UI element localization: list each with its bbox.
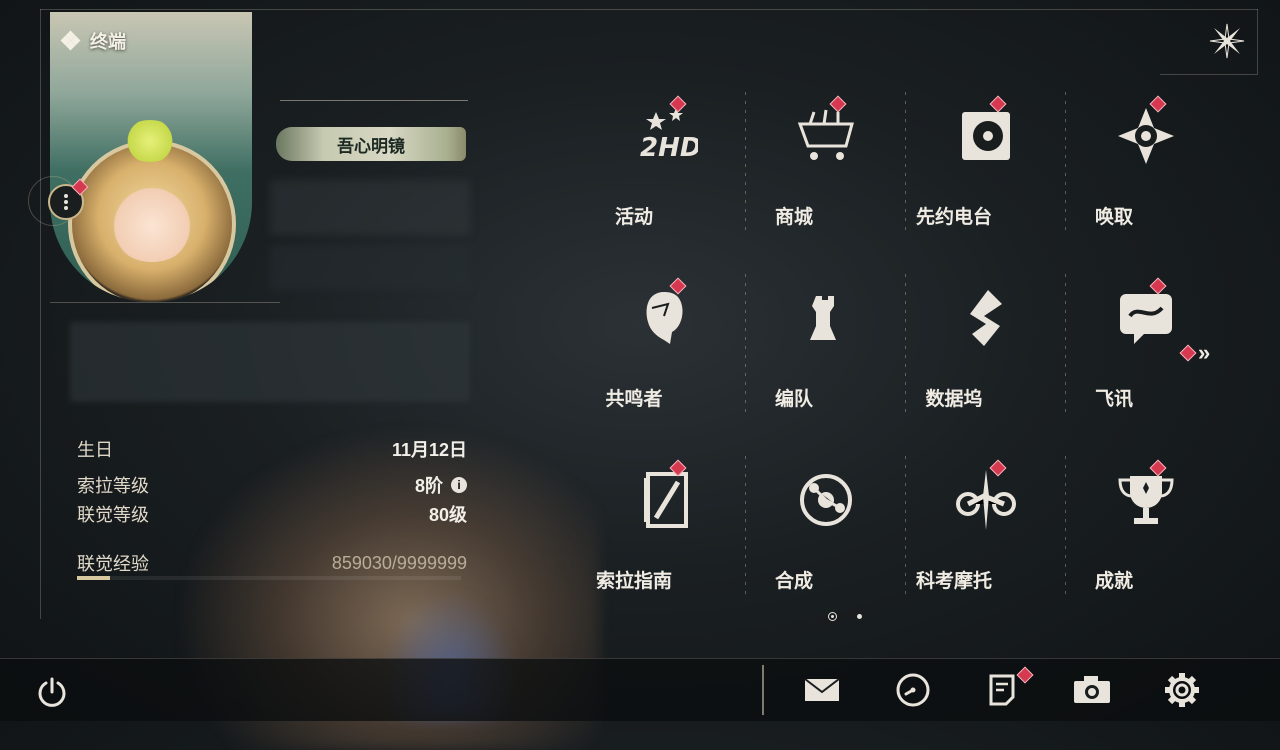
stat-value: 11月12日 — [391, 440, 467, 460]
team-icon — [794, 286, 858, 350]
photo-mode-button[interactable] — [1072, 670, 1112, 710]
motorbike-icon — [954, 468, 1018, 532]
timeline-button[interactable] — [893, 670, 933, 710]
close-button[interactable] — [1208, 22, 1246, 60]
player-signature-hidden[interactable] — [70, 322, 470, 402]
clock-icon — [896, 673, 930, 707]
message-icon — [1114, 286, 1178, 350]
menu-item-label: 共鸣者 — [605, 389, 663, 410]
stat-label: 联觉等级 — [77, 505, 149, 525]
player-portrait-card[interactable] — [50, 12, 252, 302]
stat-label: 索拉等级 — [77, 476, 149, 496]
menu-item-radio[interactable]: 先约电台 — [906, 92, 1066, 234]
menu-item-shop[interactable]: 商城 — [746, 92, 906, 234]
shop-icon — [794, 104, 858, 168]
player-title-badge[interactable]: 吾心明镜 — [276, 127, 466, 161]
svg-text:2HD: 2HD — [640, 133, 698, 163]
toolbar-divider — [762, 665, 764, 715]
menu-item-motorbike[interactable]: 科考摩托 — [906, 456, 1066, 598]
radio-icon — [954, 104, 1018, 168]
stat-label: 联觉经验 — [77, 554, 149, 574]
more-vertical-icon — [64, 194, 68, 210]
gear-icon — [1165, 673, 1199, 707]
player-name-hidden — [270, 180, 470, 235]
menu-item-data-bank[interactable]: 数据坞 — [906, 274, 1066, 416]
avatar[interactable] — [108, 182, 196, 262]
card-divider — [50, 302, 280, 303]
menu-item-resonator[interactable]: 共鸣者 — [586, 274, 746, 416]
stat-union-level: 联觉等级 80级 — [77, 501, 467, 527]
close-icon — [1209, 23, 1245, 59]
notice-button[interactable] — [982, 670, 1022, 710]
stat-value-wrap: 8阶 i — [415, 472, 467, 498]
player-id-hidden — [270, 245, 470, 290]
stat-sola-level: 索拉等级 8阶 i — [77, 472, 467, 498]
frame-line-right — [1257, 9, 1258, 74]
menu-item-guidebook[interactable]: 索拉指南 — [586, 456, 746, 598]
stat-label: 生日 — [77, 440, 113, 460]
chevron-double-right-icon: » — [1198, 340, 1211, 365]
menu-item-label: 数据坞 — [925, 389, 983, 410]
page-indicator — [828, 612, 862, 621]
menu-item-synthesis[interactable]: 合成 — [746, 456, 906, 598]
menu-item-label: 编队 — [774, 389, 813, 410]
stat-value: 80级 — [428, 505, 467, 525]
menu-item-label: 先约电台 — [915, 207, 992, 228]
menu-item-label: 飞讯 — [1094, 389, 1133, 410]
menu-item-label: 活动 — [614, 207, 653, 228]
menu-item-team[interactable]: 编队 — [746, 274, 906, 416]
resonator-icon — [634, 286, 698, 350]
player-title-text: 吾心明镜 — [337, 136, 405, 156]
menu-item-label: 唤取 — [1094, 207, 1133, 228]
event-icon: 2HD — [634, 104, 701, 168]
menu-item-label: 商城 — [774, 207, 813, 228]
menu-item-label: 合成 — [774, 571, 813, 592]
stat-value: 8阶 — [414, 476, 443, 496]
stat-value: 859030/9999999 — [331, 552, 467, 573]
mail-button[interactable] — [802, 670, 842, 710]
page-dot[interactable] — [857, 614, 862, 619]
frame-line-left — [40, 9, 41, 619]
menu-item-label: 科考摩托 — [915, 571, 992, 592]
trophy-icon — [1114, 468, 1178, 532]
notice-icon — [989, 674, 1015, 706]
mail-icon — [804, 678, 840, 701]
info-icon[interactable]: i — [451, 477, 467, 493]
exp-progress-bar — [77, 576, 461, 580]
title-divider — [280, 100, 468, 101]
menu-item-trophy[interactable]: 成就 — [1066, 456, 1226, 598]
exit-game-button[interactable] — [32, 672, 72, 712]
convene-icon — [1114, 104, 1178, 168]
guidebook-icon — [634, 468, 698, 532]
exp-progress-fill — [77, 576, 111, 580]
terminal-label: 终端 — [90, 32, 126, 52]
next-page-badge — [1179, 344, 1197, 362]
page-title: 终端 — [60, 28, 126, 54]
page-dot-active[interactable] — [828, 612, 837, 621]
data-bank-icon — [954, 286, 1018, 350]
settings-button[interactable] — [1162, 670, 1202, 710]
frame-line-right-corner — [1160, 74, 1258, 75]
avatar-hair-bow — [120, 120, 180, 162]
frame-line-top — [40, 9, 1258, 10]
menu-item-label: 索拉指南 — [595, 571, 672, 592]
menu-item-convene[interactable]: 唤取 — [1066, 92, 1226, 234]
synthesis-icon — [794, 468, 858, 532]
stat-union-exp: 联觉经验 859030/9999999 — [77, 550, 467, 576]
camera-icon — [1074, 676, 1110, 703]
power-icon — [38, 677, 66, 707]
next-page-button[interactable]: » — [1179, 340, 1211, 366]
terminal-icon — [60, 30, 81, 51]
stat-birthday: 生日 11月12日 — [77, 436, 467, 462]
menu-item-event[interactable]: 2HD 活动 — [586, 92, 746, 234]
menu-item-label: 成就 — [1094, 571, 1133, 592]
